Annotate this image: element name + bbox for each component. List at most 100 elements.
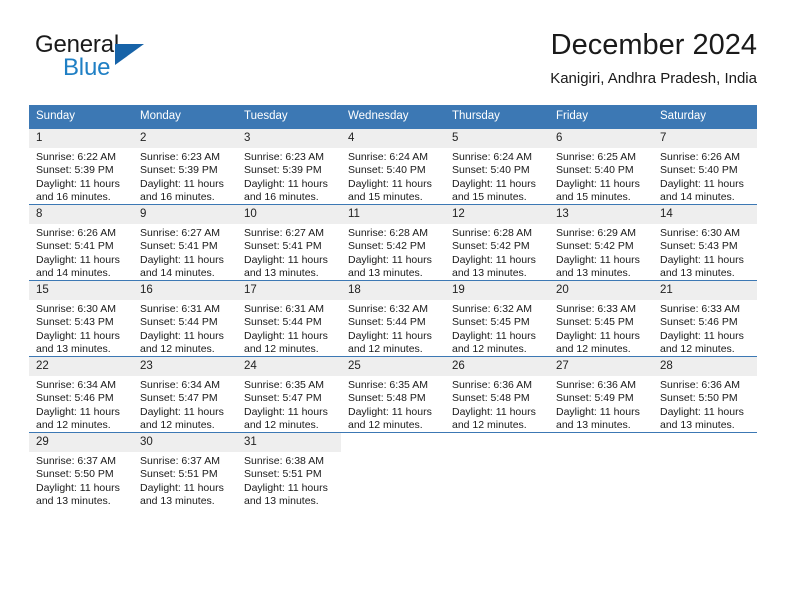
daylight-text-line2: and 14 minutes. [36,267,111,280]
daylight-text-line2: and 13 minutes. [244,267,319,280]
daylight-text-line1: Daylight: 11 hours [452,253,536,266]
day-details: Sunrise: 6:27 AM Sunset: 5:41 PM Daylight:… [133,224,237,281]
sunset-text: Sunset: 5:39 PM [140,164,218,177]
logo-text-blue: Blue [63,54,111,81]
calendar-day-cell[interactable]: 28 Sunrise: 6:36 AM Sunset: 5:50 PM Dayligh… [653,356,757,433]
day-number: 27 [549,357,653,376]
calendar-day-cell[interactable]: 29 Sunrise: 6:37 AM Sunset: 5:50 PM Dayligh… [29,432,133,509]
day-number: 26 [445,357,549,376]
sunset-text: Sunset: 5:51 PM [244,468,322,481]
calendar-day-cell[interactable]: 14 Sunrise: 6:30 AM Sunset: 5:43 PM Dayligh… [653,204,757,281]
daylight-text-line1: Daylight: 11 hours [244,253,328,266]
day-number: 29 [29,433,133,452]
daylight-text-line1: Daylight: 11 hours [452,405,536,418]
weekday-header-saturday: Saturday [653,105,757,129]
calendar-day-cell-empty [549,432,653,508]
calendar-day-cell[interactable]: 10 Sunrise: 6:27 AM Sunset: 5:41 PM Dayligh… [237,204,341,281]
calendar-day-cell[interactable]: 1 Sunrise: 6:22 AM Sunset: 5:39 PM Daylight… [29,128,133,205]
sunset-text: Sunset: 5:45 PM [452,316,530,329]
sunrise-text: Sunrise: 6:26 AM [36,227,116,239]
calendar-day-cell[interactable]: 13 Sunrise: 6:29 AM Sunset: 5:42 PM Dayligh… [549,204,653,281]
sunset-text: Sunset: 5:42 PM [452,240,530,253]
calendar-day-cell[interactable]: 8 Sunrise: 6:26 AM Sunset: 5:41 PM Daylight… [29,204,133,281]
calendar-day-cell[interactable]: 30 Sunrise: 6:37 AM Sunset: 5:51 PM Dayligh… [133,432,237,509]
day-details: Sunrise: 6:27 AM Sunset: 5:41 PM Daylight:… [237,224,341,281]
daylight-text-line2: and 12 minutes. [348,419,423,432]
daylight-text-line2: and 16 minutes. [140,191,215,204]
calendar-day-cell[interactable]: 5 Sunrise: 6:24 AM Sunset: 5:40 PM Daylight… [445,128,549,205]
sunset-text: Sunset: 5:44 PM [244,316,322,329]
sunset-text: Sunset: 5:41 PM [140,240,218,253]
day-number: 5 [445,129,549,148]
daylight-text-line1: Daylight: 11 hours [660,253,744,266]
daylight-text-line2: and 13 minutes. [556,419,631,432]
calendar-day-cell[interactable]: 2 Sunrise: 6:23 AM Sunset: 5:39 PM Daylight… [133,128,237,205]
sunset-text: Sunset: 5:50 PM [660,392,738,405]
weekday-header-wednesday: Wednesday [341,105,445,129]
day-number: 7 [653,129,757,148]
day-number: 14 [653,205,757,224]
sunset-text: Sunset: 5:40 PM [452,164,530,177]
calendar-day-cell[interactable]: 15 Sunrise: 6:30 AM Sunset: 5:43 PM Dayligh… [29,280,133,357]
calendar-day-cell[interactable]: 7 Sunrise: 6:26 AM Sunset: 5:40 PM Daylight… [653,128,757,205]
weekday-header-monday: Monday [133,105,237,129]
daylight-text-line2: and 12 minutes. [556,343,631,356]
day-number: 11 [341,205,445,224]
calendar-day-cell[interactable]: 16 Sunrise: 6:31 AM Sunset: 5:44 PM Dayligh… [133,280,237,357]
day-number: 9 [133,205,237,224]
day-number: 2 [133,129,237,148]
daylight-text-line2: and 12 minutes. [660,343,735,356]
calendar-day-cell[interactable]: 21 Sunrise: 6:33 AM Sunset: 5:46 PM Dayligh… [653,280,757,357]
calendar-day-cell[interactable]: 17 Sunrise: 6:31 AM Sunset: 5:44 PM Dayligh… [237,280,341,357]
daylight-text-line1: Daylight: 11 hours [140,329,224,342]
daylight-text-line1: Daylight: 11 hours [36,405,120,418]
general-blue-logo[interactable]: General Blue [35,31,245,89]
calendar-day-cell-empty [341,432,445,508]
calendar-day-cell[interactable]: 24 Sunrise: 6:35 AM Sunset: 5:47 PM Dayligh… [237,356,341,433]
sunrise-text: Sunrise: 6:25 AM [556,151,636,163]
sunrise-text: Sunrise: 6:29 AM [556,227,636,239]
calendar-day-cell[interactable]: 25 Sunrise: 6:35 AM Sunset: 5:48 PM Dayligh… [341,356,445,433]
day-number: 16 [133,281,237,300]
sunset-text: Sunset: 5:46 PM [660,316,738,329]
calendar-day-cell[interactable]: 9 Sunrise: 6:27 AM Sunset: 5:41 PM Daylight… [133,204,237,281]
calendar-day-cell[interactable]: 31 Sunrise: 6:38 AM Sunset: 5:51 PM Dayligh… [237,432,341,508]
daylight-text-line2: and 13 minutes. [348,267,423,280]
daylight-text-line1: Daylight: 11 hours [348,177,432,190]
calendar-week-row: 15 Sunrise: 6:30 AM Sunset: 5:43 PM Dayligh… [29,280,757,357]
sunset-text: Sunset: 5:41 PM [244,240,322,253]
calendar-day-cell[interactable]: 11 Sunrise: 6:28 AM Sunset: 5:42 PM Dayligh… [341,204,445,281]
sunrise-text: Sunrise: 6:32 AM [348,303,428,315]
calendar-day-cell[interactable]: 20 Sunrise: 6:33 AM Sunset: 5:45 PM Dayligh… [549,280,653,357]
calendar-day-cell[interactable]: 18 Sunrise: 6:32 AM Sunset: 5:44 PM Dayligh… [341,280,445,357]
day-details: Sunrise: 6:23 AM Sunset: 5:39 PM Daylight:… [237,148,341,205]
daylight-text-line2: and 12 minutes. [140,419,215,432]
daylight-text-line1: Daylight: 11 hours [140,481,224,494]
calendar-day-cell[interactable]: 6 Sunrise: 6:25 AM Sunset: 5:40 PM Daylight… [549,128,653,205]
calendar-day-cell[interactable]: 27 Sunrise: 6:36 AM Sunset: 5:49 PM Dayligh… [549,356,653,433]
daylight-text-line2: and 16 minutes. [36,191,111,204]
day-details: Sunrise: 6:32 AM Sunset: 5:44 PM Daylight:… [341,300,445,357]
calendar-day-cell[interactable]: 19 Sunrise: 6:32 AM Sunset: 5:45 PM Dayligh… [445,280,549,357]
daylight-text-line2: and 14 minutes. [660,191,735,204]
calendar-day-cell[interactable]: 12 Sunrise: 6:28 AM Sunset: 5:42 PM Dayligh… [445,204,549,281]
sunrise-text: Sunrise: 6:22 AM [36,151,116,163]
day-details: Sunrise: 6:37 AM Sunset: 5:50 PM Daylight:… [29,452,133,509]
day-details: Sunrise: 6:33 AM Sunset: 5:45 PM Daylight:… [549,300,653,357]
daylight-text-line2: and 13 minutes. [140,495,215,508]
day-number: 10 [237,205,341,224]
day-details: Sunrise: 6:29 AM Sunset: 5:42 PM Daylight:… [549,224,653,281]
location-subtitle: Kanigiri, Andhra Pradesh, India [550,70,757,87]
day-details: Sunrise: 6:36 AM Sunset: 5:50 PM Daylight:… [653,376,757,433]
calendar-day-cell[interactable]: 22 Sunrise: 6:34 AM Sunset: 5:46 PM Dayligh… [29,356,133,433]
daylight-text-line1: Daylight: 11 hours [556,329,640,342]
weekday-header-thursday: Thursday [445,105,549,129]
day-number: 3 [237,129,341,148]
calendar-day-cell[interactable]: 26 Sunrise: 6:36 AM Sunset: 5:48 PM Dayligh… [445,356,549,433]
day-details: Sunrise: 6:37 AM Sunset: 5:51 PM Daylight:… [133,452,237,509]
calendar-day-cell[interactable]: 23 Sunrise: 6:34 AM Sunset: 5:47 PM Dayligh… [133,356,237,433]
weekday-header-row: Sunday Monday Tuesday Wednesday Thursday… [29,105,757,129]
calendar-day-cell[interactable]: 4 Sunrise: 6:24 AM Sunset: 5:40 PM Daylight… [341,128,445,205]
calendar-day-cell[interactable]: 3 Sunrise: 6:23 AM Sunset: 5:39 PM Daylight… [237,128,341,205]
page-header: General Blue December 2024 Kanigiri, And… [35,28,757,98]
